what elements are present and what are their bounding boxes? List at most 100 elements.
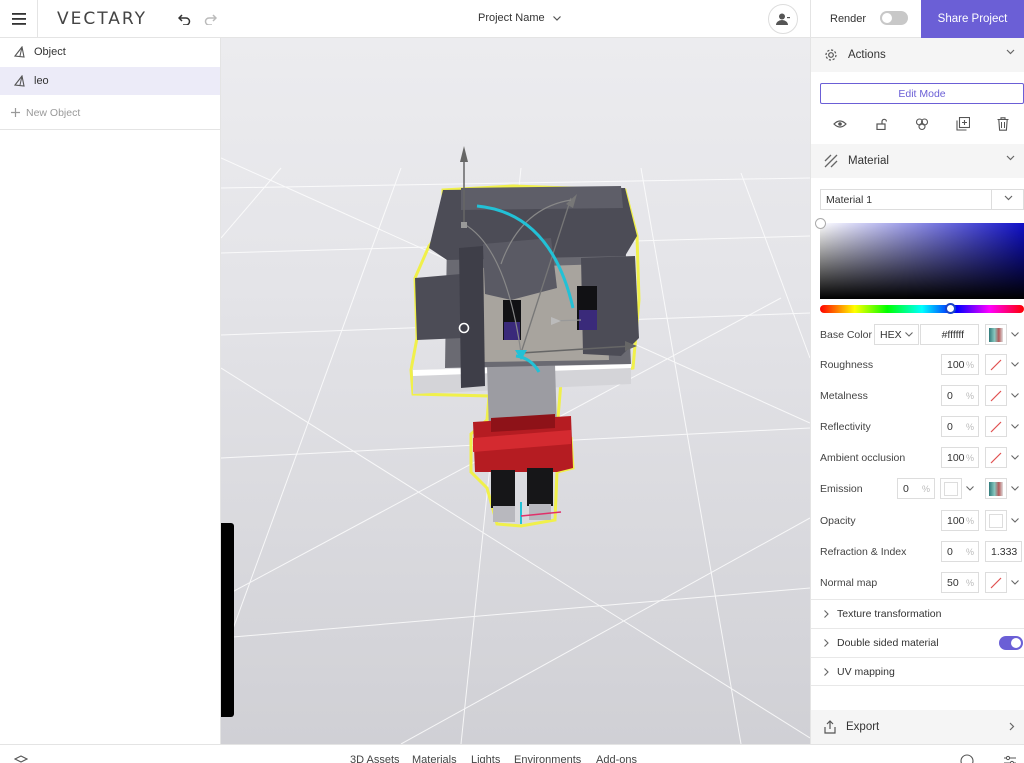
viewport-scene (221, 146, 810, 744)
sliders-icon[interactable] (1003, 754, 1017, 763)
roughness-input[interactable]: 100 % (941, 354, 979, 375)
chevron-down-icon (1011, 580, 1019, 585)
roughness-label: Roughness (820, 359, 874, 371)
tab-add-ons[interactable]: Add-ons (596, 754, 637, 763)
hamburger-icon (11, 13, 26, 25)
chevron-down-icon (552, 15, 561, 21)
export-section-header[interactable]: Export (811, 710, 1024, 744)
material-hatch-icon (824, 154, 838, 168)
layers-icon[interactable] (14, 754, 28, 763)
hue-slider[interactable] (820, 305, 1024, 313)
color-format-select[interactable]: HEX (874, 324, 919, 345)
chevron-down-icon (1004, 195, 1013, 201)
emission-texture-dropdown[interactable] (1008, 478, 1022, 499)
hue-slider-handle[interactable] (945, 303, 956, 314)
tab-lights[interactable]: Lights (471, 754, 500, 763)
emission-input[interactable]: 0 % (897, 478, 935, 499)
actions-title: Actions (848, 49, 886, 61)
metalness-map-button[interactable] (985, 385, 1007, 406)
ambient-occlusion-input[interactable]: 100 % (941, 447, 979, 468)
object-item-label: Object (34, 46, 66, 58)
ambient-occlusion-map-button[interactable] (985, 447, 1007, 468)
opacity-input[interactable]: 100 % (941, 510, 979, 531)
bottom-bar: 3D Assets Materials Lights Environments … (0, 744, 1024, 763)
no-map-icon (990, 452, 1002, 463)
emission-color-dropdown[interactable] (963, 478, 977, 499)
actions-section-header[interactable]: Actions (811, 38, 1024, 72)
emission-color-swatch[interactable] (940, 478, 962, 499)
chat-icon[interactable] (960, 754, 974, 763)
roughness-dropdown[interactable] (1008, 354, 1022, 375)
chevron-right-icon (824, 639, 829, 647)
uv-mapping-row[interactable]: UV mapping (811, 657, 1024, 686)
opacity-dropdown[interactable] (1008, 510, 1022, 531)
character-hair-left (459, 246, 485, 388)
object-item-object[interactable]: Object (0, 38, 220, 66)
tab-3d-assets[interactable]: 3D Assets (350, 754, 400, 763)
hex-input[interactable]: #ffffff (920, 324, 979, 345)
duplicate-button[interactable] (953, 114, 973, 134)
reflectivity-dropdown[interactable] (1008, 416, 1022, 437)
project-name-dropdown[interactable]: Project Name (478, 12, 561, 24)
chevron-down-icon (905, 332, 913, 337)
roughness-row: Roughness 100 % (811, 354, 1024, 376)
edit-mode-button[interactable]: Edit Mode (820, 83, 1024, 104)
emission-label: Emission (820, 483, 863, 495)
viewport-edge-handle[interactable] (221, 523, 234, 717)
tab-materials[interactable]: Materials (412, 754, 457, 763)
tab-environments[interactable]: Environments (514, 754, 581, 763)
refraction-index-input[interactable]: 1.333 (985, 541, 1022, 562)
normal-map-input[interactable]: 50 % (941, 572, 979, 593)
metalness-label: Metalness (820, 390, 868, 402)
reflectivity-input[interactable]: 0 % (941, 416, 979, 437)
opacity-map-swatch[interactable] (985, 510, 1007, 531)
group-button[interactable] (912, 114, 932, 134)
reflectivity-row: Reflectivity 0 % (811, 416, 1024, 438)
delete-button[interactable] (993, 114, 1013, 134)
metalness-input[interactable]: 0 % (941, 385, 979, 406)
color-picker-handle[interactable] (815, 218, 826, 229)
metalness-dropdown[interactable] (1008, 385, 1022, 406)
undo-button[interactable] (176, 11, 192, 27)
character-leg-right (527, 468, 553, 506)
export-label: Export (846, 721, 880, 733)
top-divider (810, 0, 811, 38)
chevron-right-icon (824, 667, 829, 676)
emission-texture-button[interactable] (985, 478, 1007, 499)
refraction-label: Refraction & Index (820, 546, 907, 558)
ambient-occlusion-dropdown[interactable] (1008, 447, 1022, 468)
normal-map-row: Normal map 50 % (811, 572, 1024, 594)
hamburger-menu-button[interactable] (0, 0, 38, 38)
share-project-button[interactable]: Share Project (921, 0, 1024, 38)
roughness-map-button[interactable] (985, 354, 1007, 375)
double-sided-toggle[interactable] (999, 636, 1023, 650)
no-map-icon (990, 359, 1002, 370)
refraction-input[interactable]: 0 % (941, 541, 979, 562)
user-account-button[interactable] (768, 4, 798, 34)
lock-button[interactable] (872, 114, 892, 134)
chevron-down-icon (1011, 332, 1019, 337)
opacity-row: Opacity 100 % (811, 510, 1024, 532)
new-object-button[interactable]: New Object (0, 96, 220, 130)
redo-button[interactable] (202, 11, 218, 27)
material-select[interactable]: Material 1 (820, 189, 1024, 210)
normal-map-label: Normal map (820, 577, 878, 589)
normal-map-dropdown[interactable] (1008, 572, 1022, 593)
chevron-down-icon (1011, 424, 1019, 429)
color-picker-area[interactable] (820, 223, 1024, 299)
render-toggle[interactable] (880, 11, 908, 25)
base-color-texture-button[interactable] (985, 324, 1007, 345)
visibility-button[interactable] (830, 114, 850, 134)
normal-map-button[interactable] (985, 572, 1007, 593)
3d-viewport[interactable] (221, 38, 810, 744)
chevron-right-icon (824, 610, 829, 618)
reflectivity-map-button[interactable] (985, 416, 1007, 437)
object-item-leo[interactable]: leo (0, 67, 220, 95)
material-section-header[interactable]: Material (811, 144, 1024, 178)
new-object-label: New Object (26, 106, 81, 119)
character-leg-left (491, 470, 515, 508)
undo-icon (177, 14, 190, 25)
double-sided-row[interactable]: Double sided material (811, 628, 1024, 657)
base-color-dropdown[interactable] (1008, 324, 1022, 345)
texture-transformation-row[interactable]: Texture transformation (811, 599, 1024, 628)
